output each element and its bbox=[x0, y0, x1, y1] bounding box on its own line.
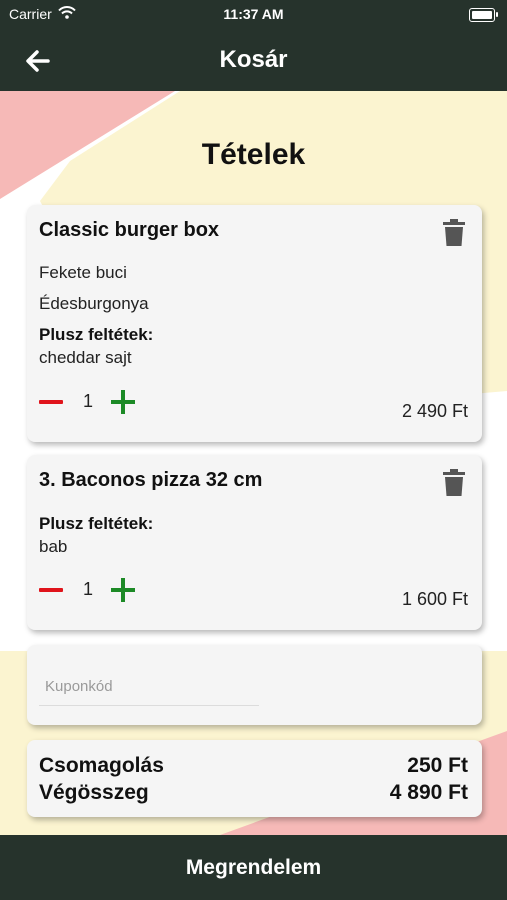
extras-value: cheddar sajt bbox=[39, 348, 132, 367]
navigation-bar: Carrier 11:37 AM Kosár bbox=[0, 0, 507, 91]
status-time: 11:37 AM bbox=[223, 6, 284, 22]
increase-quantity-button[interactable] bbox=[111, 577, 137, 603]
coupon-input[interactable] bbox=[39, 667, 259, 706]
increase-quantity-button[interactable] bbox=[111, 389, 137, 415]
summary-card: Csomagolás 250 Ft Végösszeg 4 890 Ft bbox=[27, 740, 482, 817]
total-row: Végösszeg 4 890 Ft bbox=[39, 781, 468, 805]
cart-item-card: 3. Baconos pizza 32 cm Plusz feltétek: b… bbox=[27, 455, 482, 630]
trash-icon[interactable] bbox=[442, 219, 466, 247]
total-label: Végösszeg bbox=[39, 781, 149, 804]
packaging-row: Csomagolás 250 Ft bbox=[39, 754, 468, 778]
order-button[interactable]: Megrendelem bbox=[0, 835, 507, 900]
battery-icon bbox=[469, 8, 498, 22]
extras-value: bab bbox=[39, 537, 68, 556]
trash-icon[interactable] bbox=[442, 469, 466, 497]
decrease-quantity-button[interactable] bbox=[39, 392, 65, 412]
quantity-value: 1 bbox=[83, 579, 94, 599]
status-bar: Carrier 11:37 AM bbox=[0, 0, 507, 30]
item-option: Fekete buci bbox=[39, 263, 127, 282]
item-name: Classic burger box bbox=[39, 219, 220, 241]
packaging-value: 250 Ft bbox=[407, 754, 468, 777]
total-value: 4 890 Ft bbox=[389, 781, 468, 804]
item-option: Édesburgonya bbox=[39, 294, 149, 313]
page-title: Kosár bbox=[219, 46, 288, 73]
coupon-card bbox=[27, 645, 482, 725]
decrease-quantity-button[interactable] bbox=[39, 580, 65, 600]
packaging-label: Csomagolás bbox=[39, 754, 164, 777]
quantity-value: 1 bbox=[83, 391, 94, 411]
section-title: Tételek bbox=[201, 138, 306, 171]
extras-label: Plusz feltétek: bbox=[39, 325, 154, 344]
extras-label: Plusz feltétek: bbox=[39, 514, 154, 533]
item-price: 1 600 Ft bbox=[401, 589, 468, 609]
item-price: 2 490 Ft bbox=[401, 401, 468, 421]
item-name: 3. Baconos pizza 32 cm bbox=[39, 469, 263, 491]
cart-item-card: Classic burger box Fekete buci Édesburgo… bbox=[27, 205, 482, 442]
